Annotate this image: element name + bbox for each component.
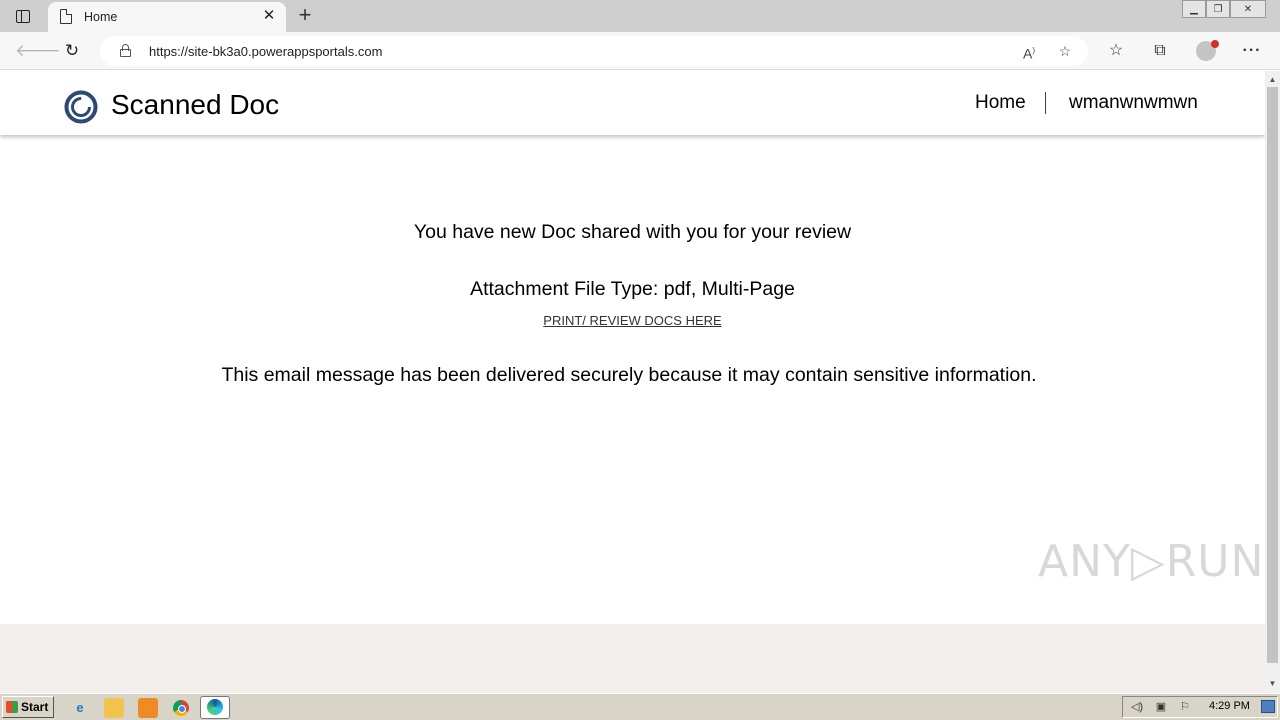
scroll-down-arrow-icon[interactable]: ▼ (1265, 677, 1280, 691)
collections-icon[interactable]: ⧉ (1148, 40, 1172, 62)
address-bar[interactable]: https://site-bk3a0.powerappsportals.com … (100, 36, 1088, 66)
nav-divider (1045, 92, 1046, 114)
read-aloud-icon[interactable]: A) (1018, 41, 1040, 62)
start-label: Start (21, 700, 49, 714)
edge-icon[interactable] (200, 696, 230, 719)
favorites-icon[interactable]: ☆ (1104, 40, 1128, 62)
windows-taskbar: Start e ◁) ▣ ⚐ 4:29 PM (0, 693, 1280, 720)
profile-button[interactable] (1194, 40, 1219, 62)
media-player-icon[interactable] (138, 698, 158, 718)
system-tray: ◁) ▣ ⚐ 4:29 PM (1122, 696, 1278, 718)
avatar (1196, 40, 1219, 61)
window-close-button[interactable]: ✕ (1230, 0, 1266, 18)
tab-title: Home (84, 10, 118, 24)
more-options-icon[interactable]: ··· (1240, 40, 1264, 62)
taskbar-clock[interactable]: 4:29 PM (1209, 700, 1250, 712)
message-attachment-type: Attachment File Type: pdf, Multi-Page (470, 278, 795, 300)
browser-toolbar: 🡐 ↻ https://site-bk3a0.powerappsportals.… (0, 32, 1280, 70)
review-docs-link[interactable]: PRINT/ REVIEW DOCS HERE (0, 313, 1265, 328)
reload-button[interactable]: ↻ (59, 39, 85, 63)
file-explorer-icon[interactable] (104, 698, 124, 718)
restore-button[interactable]: ❐ (1206, 0, 1230, 18)
site-header: Scanned Doc Home wmanwnwmwn (0, 71, 1265, 135)
internet-explorer-icon[interactable]: e (70, 698, 90, 718)
add-favorite-icon[interactable]: ☆ (1054, 41, 1076, 61)
chrome-icon[interactable] (171, 698, 191, 718)
lock-icon[interactable] (120, 44, 131, 57)
site-title: Scanned Doc (111, 89, 280, 120)
window-controls: ▁ ❐ ✕ (1182, 0, 1266, 18)
url-text[interactable]: https://site-bk3a0.powerappsportals.com (149, 44, 382, 59)
nav-link-user[interactable]: wmanwnwmwn (1069, 92, 1198, 114)
browser-tab-strip: Home ✕ + ▁ ❐ ✕ (0, 0, 1280, 32)
action-center-flag-icon[interactable]: ⚐ (1177, 700, 1193, 714)
message-shared-doc: You have new Doc shared with you for you… (413, 221, 852, 243)
tab-actions-menu-button[interactable] (8, 4, 38, 28)
tab-actions-icon (16, 9, 30, 23)
logo-icon (64, 90, 98, 124)
minimize-button[interactable]: ▁ (1182, 0, 1206, 18)
scroll-thumb[interactable] (1267, 87, 1278, 663)
back-button[interactable]: 🡐 (15, 39, 61, 63)
show-desktop-icon[interactable] (1261, 700, 1275, 713)
start-button[interactable]: Start (2, 696, 54, 718)
new-tab-button[interactable]: + (294, 4, 316, 26)
tab-close-button[interactable]: ✕ (260, 7, 278, 25)
nav-link-home[interactable]: Home (975, 92, 1026, 114)
network-icon[interactable]: ▣ (1153, 700, 1169, 714)
page-icon (60, 9, 72, 24)
page-viewport: Scanned Doc Home wmanwnwmwn You have new… (0, 71, 1265, 693)
message-security-notice: This email message has been delivered se… (221, 364, 1037, 386)
page-footer (0, 624, 1265, 693)
browser-tab-home[interactable]: Home ✕ (48, 2, 286, 32)
page-scrollbar[interactable]: ▲ ▼ (1265, 71, 1280, 693)
volume-icon[interactable]: ◁) (1129, 700, 1145, 714)
scroll-up-arrow-icon[interactable]: ▲ (1265, 73, 1280, 87)
anyrun-watermark: ANY▷RUN (1038, 536, 1265, 587)
windows-logo-icon (6, 701, 18, 713)
